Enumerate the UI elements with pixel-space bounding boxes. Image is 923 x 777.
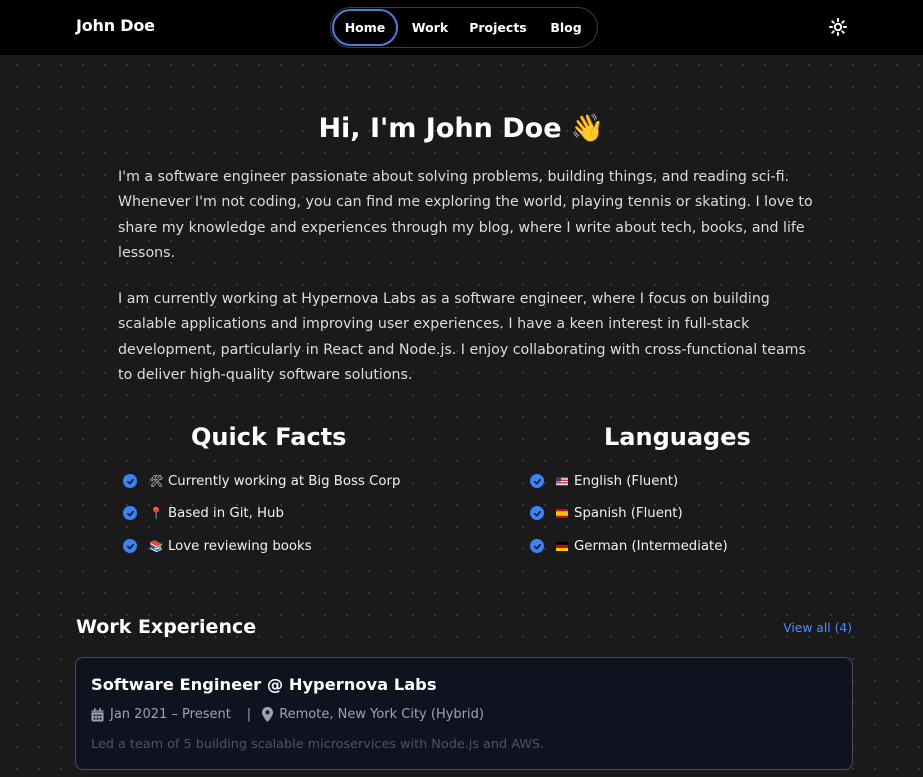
quick-fact-item: 📚 Love reviewing books — [123, 535, 312, 557]
check-icon — [123, 539, 137, 553]
work-experience-card[interactable]: Software Engineer @ Hypernova Labs Jan 2… — [75, 657, 853, 770]
work-experience-title: Work Experience — [76, 616, 257, 638]
check-icon — [123, 506, 137, 520]
top-bar: John Doe Home Work Projects Blog — [0, 0, 923, 55]
nav-projects[interactable]: Projects — [464, 9, 532, 46]
quick-facts-title: Quick Facts — [191, 423, 347, 451]
check-icon — [530, 506, 544, 520]
nav-blog[interactable]: Blog — [541, 9, 591, 46]
quick-fact-text: Currently working at Big Boss Corp — [168, 473, 401, 489]
hero-title: Hi, I'm John Doe 👋 — [318, 113, 605, 144]
meta-divider: | — [246, 707, 252, 722]
quick-fact-text: Love reviewing books — [168, 538, 312, 554]
language-text: English (Fluent) — [574, 473, 679, 489]
location-icon — [262, 707, 274, 722]
sun-icon — [829, 18, 847, 36]
brand-name[interactable]: John Doe — [76, 16, 155, 35]
tools-icon: 🛠 — [149, 474, 164, 488]
nav-work[interactable]: Work — [405, 9, 455, 46]
check-icon — [530, 539, 544, 553]
language-text: German (Intermediate) — [574, 538, 728, 554]
main-nav: Home Work Projects Blog — [330, 7, 598, 48]
de-flag-icon — [556, 541, 568, 551]
nav-home[interactable]: Home — [332, 9, 398, 46]
quick-fact-text: Based in Git, Hub — [168, 505, 284, 521]
check-icon — [123, 474, 137, 488]
work-paragraph: I am currently working at Hypernova Labs… — [118, 291, 806, 383]
view-all-link[interactable]: View all (4) — [783, 621, 852, 635]
pin-icon: 📍 — [149, 506, 164, 520]
language-item: German (Intermediate) — [530, 535, 728, 557]
language-item: Spanish (Fluent) — [530, 502, 683, 524]
job-title: Software Engineer @ Hypernova Labs — [91, 675, 437, 694]
job-description: Led a team of 5 building scalable micros… — [91, 737, 545, 752]
quick-fact-item: 📍 Based in Git, Hub — [123, 502, 284, 524]
languages-title: Languages — [604, 423, 751, 451]
check-icon — [530, 474, 544, 488]
language-item: English (Fluent) — [530, 470, 678, 492]
job-location: Remote, New York City (Hybrid) — [279, 707, 484, 722]
job-meta: Jan 2021 – Present | Remote, New York Ci… — [91, 707, 484, 722]
language-text: Spanish (Fluent) — [574, 505, 683, 521]
calendar-icon — [91, 707, 104, 721]
job-dates: Jan 2021 – Present — [110, 707, 231, 722]
theme-toggle-button[interactable] — [826, 15, 850, 39]
es-flag-icon — [556, 508, 568, 518]
intro-paragraph: I'm a software engineer passionate about… — [118, 169, 813, 261]
us-flag-icon — [556, 476, 568, 486]
books-icon: 📚 — [149, 539, 164, 553]
quick-fact-item: 🛠 Currently working at Big Boss Corp — [123, 470, 400, 492]
